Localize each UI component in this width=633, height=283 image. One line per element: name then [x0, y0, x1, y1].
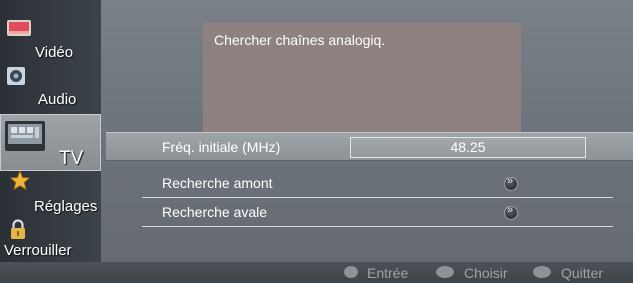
row-divider: [142, 226, 613, 227]
setting-label: Recherche amont: [162, 175, 273, 191]
sidebar-item-label: Réglages: [34, 198, 98, 215]
setting-label: Recherche avale: [162, 204, 268, 220]
audio-icon: [7, 67, 25, 89]
sidebar-item-settings[interactable]: Réglages: [0, 169, 101, 216]
video-icon: [7, 20, 31, 40]
sidebar-item-label: Verrouiller: [4, 242, 72, 259]
sidebar-item-label: TV: [59, 148, 84, 169]
sidebar-item-tv[interactable]: TV: [0, 114, 101, 171]
hint-choose-label: Choisir: [464, 265, 508, 281]
sidebar-item-lock[interactable]: Verrouiller: [0, 216, 101, 262]
sidebar-item-video[interactable]: Vidéo: [0, 0, 101, 61]
sidebar-item-label: Audio: [38, 91, 77, 108]
hint-quit-label: Quitter: [561, 265, 604, 281]
ok-button-icon: [344, 266, 358, 278]
frequency-value-field[interactable]: 48.25: [350, 137, 586, 158]
tv-icon: [5, 121, 45, 155]
info-panel: Chercher chaînes analogiq.: [203, 23, 521, 141]
padlock-icon: [10, 219, 26, 243]
dpad-icon: [436, 266, 454, 278]
star-settings-icon: [9, 169, 31, 194]
setting-row-search-down[interactable]: Recherche avale: [106, 198, 633, 227]
footer-hints: Entrée Choisir Quitter: [0, 262, 633, 283]
return-icon: [533, 266, 551, 278]
sidebar-menu: Vidéo Audio TV Réglages Verrouiller: [0, 0, 101, 283]
setting-row-start-frequency[interactable]: Fréq. initiale (MHz) 48.25: [106, 132, 633, 161]
setting-label: Fréq. initiale (MHz): [162, 139, 281, 155]
double-chevron-right-icon[interactable]: [504, 175, 518, 191]
hint-enter-label: Entrée: [367, 265, 409, 281]
sidebar-item-label: Vidéo: [35, 44, 74, 61]
double-chevron-right-icon[interactable]: [504, 204, 518, 220]
setting-row-search-up[interactable]: Recherche amont: [106, 169, 633, 198]
sidebar-item-audio[interactable]: Audio: [0, 60, 101, 114]
info-text: Chercher chaînes analogiq.: [214, 32, 386, 48]
tv-menu-screen: Vidéo Audio TV Réglages Verrouiller Cher…: [0, 0, 633, 283]
